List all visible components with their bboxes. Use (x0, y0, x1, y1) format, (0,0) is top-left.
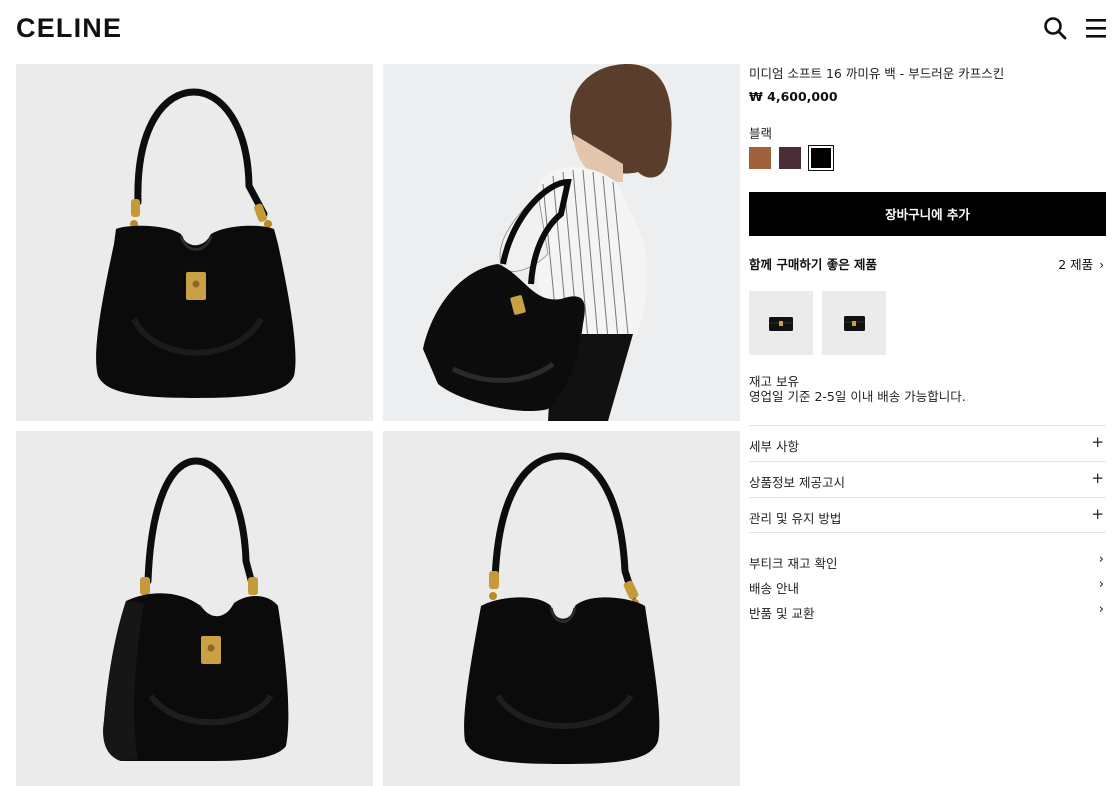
bag-front-view-image[interactable] (16, 64, 373, 421)
related-product-thumb-1[interactable] (749, 291, 813, 355)
link-boutique-stock[interactable]: 부티크 재고 확인 › (749, 552, 1106, 577)
accordion-label: 관리 및 유지 방법 (749, 511, 842, 526)
stock-info: 재고 보유 영업일 기준 2-5일 이내 배송 가능합니다. (749, 374, 966, 404)
site-header: CELINE (0, 0, 1115, 58)
selected-color-label: 블랙 (749, 126, 773, 141)
plus-icon: + (1091, 505, 1104, 523)
color-swatch-black-fill (811, 148, 831, 168)
chevron-right-icon: › (1099, 258, 1104, 272)
shipping-estimate: 영업일 기준 2-5일 이내 배송 가능합니다. (749, 389, 966, 404)
color-swatch-black-selected[interactable] (808, 145, 834, 171)
plus-icon: + (1091, 433, 1104, 451)
bag-three-quarter-view-image[interactable] (16, 431, 373, 786)
link-returns-exchange[interactable]: 반품 및 교환 › (749, 602, 1106, 627)
related-count-label: 2 제품 (1058, 257, 1094, 272)
chevron-right-icon: › (1098, 602, 1104, 617)
product-price: ₩ 4,600,000 (749, 89, 838, 104)
accordion-care-instructions[interactable]: 관리 및 유지 방법 + (749, 497, 1106, 533)
link-shipping-info[interactable]: 배송 안내 › (749, 577, 1106, 602)
add-to-cart-button[interactable]: 장바구니에 추가 (749, 192, 1106, 236)
accordion-product-info-notice[interactable]: 상품정보 제공고시 + (749, 461, 1106, 497)
related-product-thumb-2[interactable] (822, 291, 886, 355)
celine-logo[interactable]: CELINE (16, 13, 122, 44)
plus-icon: + (1091, 469, 1104, 487)
chevron-right-icon: › (1098, 577, 1104, 592)
color-swatch-tan[interactable] (749, 147, 771, 169)
bag-back-view-image[interactable] (383, 431, 740, 786)
chevron-right-icon: › (1098, 552, 1104, 567)
product-accordion: 세부 사항 + 상품정보 제공고시 + 관리 및 유지 방법 + (749, 425, 1106, 533)
stock-status: 재고 보유 (749, 374, 799, 389)
service-links: 부티크 재고 확인 › 배송 안내 › 반품 및 교환 › (749, 552, 1106, 627)
related-products-count-link[interactable]: 2 제품 › (1058, 254, 1104, 273)
accordion-details[interactable]: 세부 사항 + (749, 425, 1106, 461)
link-label: 배송 안내 (749, 581, 799, 596)
link-label: 부티크 재고 확인 (749, 556, 838, 571)
related-products-header: 함께 구매하기 좋은 제품 2 제품 › (749, 254, 1106, 274)
link-label: 반품 및 교환 (749, 606, 815, 621)
color-swatch-burgundy[interactable] (779, 147, 801, 169)
product-name: 미디엄 소프트 16 까미유 백 - 부드러운 카프스킨 (749, 66, 1005, 81)
accordion-label: 세부 사항 (749, 439, 799, 454)
search-icon[interactable] (1043, 16, 1067, 40)
bag-worn-by-model-image[interactable] (383, 64, 740, 421)
accordion-label: 상품정보 제공고시 (749, 475, 845, 490)
product-gallery (16, 64, 740, 786)
hamburger-menu-icon[interactable] (1085, 17, 1107, 39)
related-products-title: 함께 구매하기 좋은 제품 (749, 257, 878, 272)
